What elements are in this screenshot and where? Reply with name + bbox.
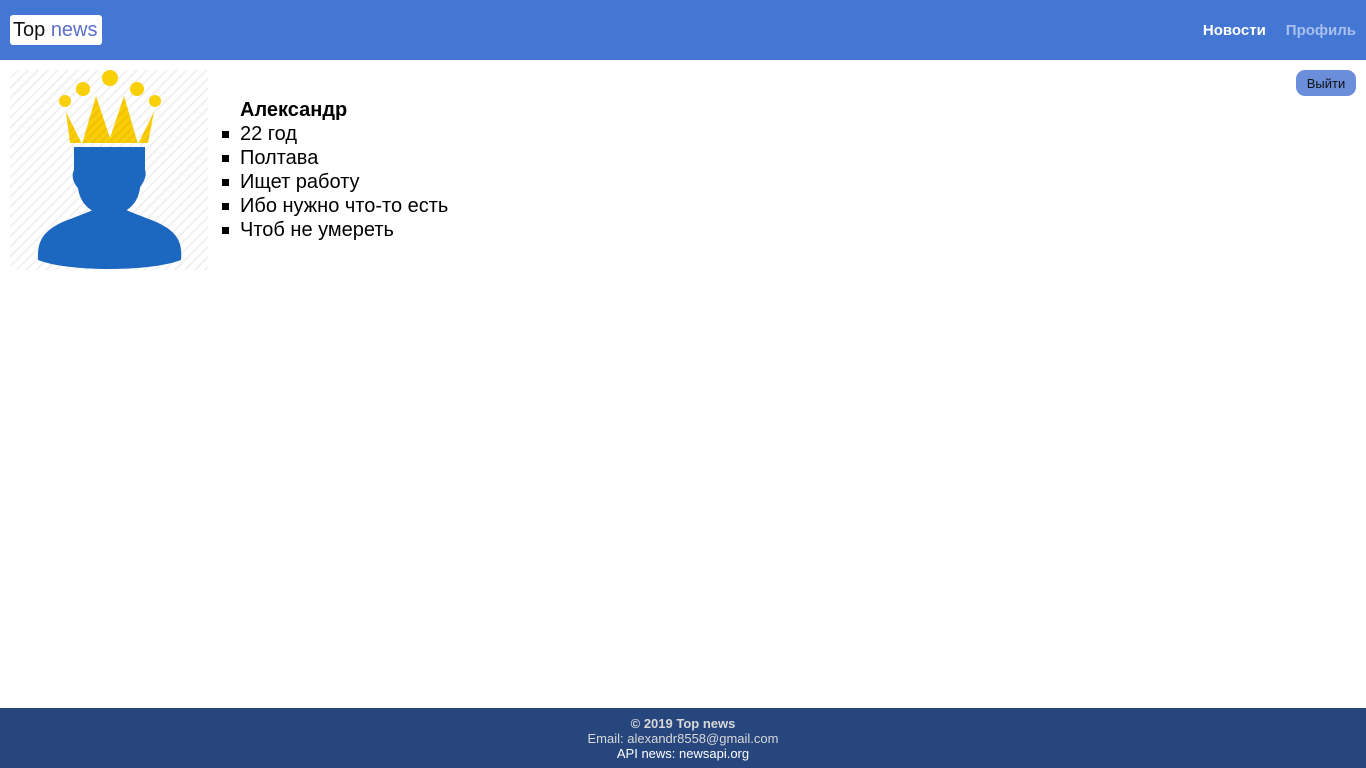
profile-avatar — [10, 70, 208, 270]
profile-detail-item: Чтоб не умереть — [221, 218, 448, 242]
page-footer: © 2019 Top news Email: alexandr8558@gmai… — [0, 708, 1366, 768]
profile-detail-item: Полтава — [221, 146, 448, 170]
logo-news-text: news — [50, 19, 98, 41]
profile-name: Александр — [240, 99, 348, 121]
nav-link-news[interactable]: Новости — [1203, 20, 1266, 42]
nav-link-profile[interactable]: Профиль — [1286, 20, 1356, 42]
profile-detail-item: Ищет работу — [221, 170, 448, 194]
logout-button[interactable]: Выйти — [1296, 70, 1356, 96]
footer-api-credit: API news: newsapi.org — [616, 746, 750, 761]
profile-info: Александр 22 год Полтава Ищет работу Ибо… — [221, 98, 449, 242]
top-navbar: Top news Новости Профиль — [0, 0, 1366, 60]
profile-detail-item: 22 год — [221, 122, 448, 146]
profile-detail-item: Ибо нужно что-то есть — [221, 195, 449, 217]
footer-copyright: © 2019 Top news — [630, 716, 736, 731]
site-logo[interactable]: Top news — [10, 15, 102, 45]
footer-email: Email: alexandr8558@gmail.com — [587, 731, 779, 746]
user-crown-icon — [37, 70, 182, 269]
profile-details-list: Александр 22 год Полтава Ищет работу Ибо… — [221, 98, 449, 242]
logo-top-text: Top — [13, 19, 46, 41]
main-nav: Новости Профиль — [1203, 20, 1356, 42]
